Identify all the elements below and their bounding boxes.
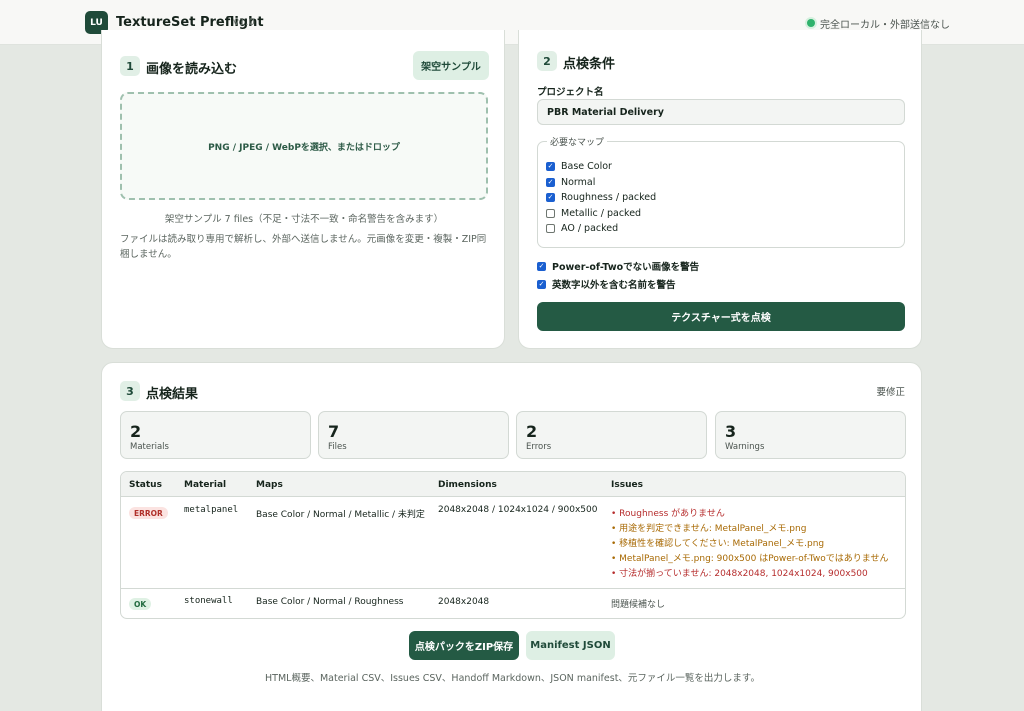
conditions-card: 2 点検条件 プロジェクト名 PBR Material Delivery 必要な…: [518, 30, 922, 349]
metric-files: 7 Files: [318, 411, 509, 459]
results-card: 3 点検結果 要修正 2 Materials 7 Files 2 Errors …: [101, 362, 922, 711]
map-option-label: Roughness / packed: [561, 192, 657, 203]
status-badge: ERROR: [129, 507, 168, 519]
results-table: Status Material Maps Dimensions Issues E…: [120, 471, 906, 619]
app-version: v1.0: [233, 17, 255, 28]
metric-value: 2: [130, 422, 142, 441]
issue-text: MetalPanel_メモ.png: 900x500 はPower-of-Two…: [619, 554, 889, 564]
issues-none: 問題候補なし: [611, 600, 666, 610]
export-note: HTML概要、Material CSV、Issues CSV、Handoff M…: [265, 673, 760, 684]
project-name-label: プロジェクト名: [537, 87, 604, 98]
privacy-status: 完全ローカル・外部送信なし: [820, 20, 950, 31]
pot-warning-option[interactable]: ✓ Power-of-Twoでない画像を警告: [537, 259, 699, 273]
import-card: 1 画像を読み込む 架空サンプル PNG / JPEG / WebPを選択、また…: [101, 30, 505, 349]
checkbox-checked-icon[interactable]: ✓: [537, 261, 546, 271]
map-option-normal[interactable]: ✓ Normal: [546, 177, 595, 188]
metric-label: Errors: [526, 442, 552, 452]
file-dropzone[interactable]: PNG / JPEG / WebPを選択、またはドロップ: [120, 92, 488, 200]
checkbox-checked-icon[interactable]: ✓: [546, 162, 555, 171]
issue-item: • 用途を判定できません: MetalPanel_メモ.png: [611, 524, 807, 534]
name-warning-option[interactable]: ✓ 英数字以外を含む名前を警告: [537, 277, 676, 291]
issue-item: • Roughness がありません: [611, 509, 725, 519]
column-header: Dimensions: [438, 480, 497, 490]
sample-button[interactable]: 架空サンプル: [413, 51, 489, 80]
material-name: stonewall: [184, 596, 233, 606]
issue-item: • 寸法が揃っていません: 2048x2048, 1024x1024, 900x…: [611, 569, 868, 579]
column-header: Issues: [611, 480, 643, 490]
step-number: 2: [537, 51, 557, 71]
issue-text: Roughness がありません: [619, 509, 725, 519]
issue-text: 用途を判定できません: MetalPanel_メモ.png: [619, 524, 807, 534]
table-header: Status Material Maps Dimensions Issues: [121, 472, 905, 497]
material-dimensions: 2048x2048: [438, 597, 490, 607]
checkbox-unchecked-icon[interactable]: [546, 209, 555, 218]
pot-warning-label: Power-of-Twoでない画像を警告: [552, 262, 700, 273]
checkbox-checked-icon[interactable]: ✓: [537, 279, 546, 289]
project-name-value: PBR Material Delivery: [547, 106, 664, 118]
metric-value: 3: [725, 422, 737, 441]
step-number: 1: [120, 56, 140, 76]
issue-text: 寸法が揃っていません: 2048x2048, 1024x1024, 900x50…: [619, 569, 868, 579]
issue-text: 移植性を確認してください: MetalPanel_メモ.png: [619, 539, 825, 549]
dropzone-label: PNG / JPEG / WebPを選択、またはドロップ: [208, 142, 400, 153]
manifest-json-button[interactable]: Manifest JSON: [526, 631, 615, 660]
issue-item: • MetalPanel_メモ.png: 900x500 はPower-of-T…: [611, 554, 889, 564]
issues-list: • Roughness がありません • 用途を判定できません: MetalPa…: [611, 507, 889, 582]
row-divider: [121, 588, 905, 589]
material-maps: Base Color / Normal / Roughness: [256, 597, 404, 607]
step-number: 3: [120, 381, 140, 401]
sample-note: 架空サンプル 7 files（不足・寸法不一致・命名警告を含みます）: [164, 214, 444, 225]
metric-label: Materials: [130, 442, 169, 452]
project-name-input[interactable]: PBR Material Delivery: [537, 99, 905, 125]
checkbox-checked-icon[interactable]: ✓: [546, 193, 555, 202]
status-badge: OK: [129, 598, 152, 610]
map-option-label: Base Color: [561, 161, 612, 172]
material-name: metalpanel: [184, 505, 239, 515]
zip-save-button[interactable]: 点検パックをZIP保存: [409, 631, 519, 660]
metric-label: Warnings: [725, 442, 765, 452]
conditions-title: 点検条件: [563, 57, 616, 72]
metric-value: 7: [328, 422, 340, 441]
required-maps-legend: 必要なマップ: [547, 135, 608, 148]
result-status: 要修正: [876, 387, 905, 398]
metric-errors: 2 Errors: [516, 411, 707, 459]
checkbox-checked-icon[interactable]: ✓: [546, 178, 555, 187]
map-option-base-color[interactable]: ✓ Base Color: [546, 161, 612, 172]
run-check-button[interactable]: テクスチャー式を点検: [537, 302, 905, 331]
map-option-label: AO / packed: [561, 223, 619, 234]
metric-label: Files: [328, 442, 347, 452]
map-option-ao[interactable]: AO / packed: [546, 223, 618, 234]
metric-materials: 2 Materials: [120, 411, 311, 459]
column-header: Material: [184, 480, 227, 490]
map-option-roughness[interactable]: ✓ Roughness / packed: [546, 192, 656, 203]
metric-warnings: 3 Warnings: [715, 411, 906, 459]
results-title: 点検結果: [146, 387, 199, 402]
material-dimensions: 2048x2048 / 1024x1024 / 900x500: [438, 505, 598, 515]
import-title: 画像を読み込む: [146, 62, 238, 77]
map-option-label: Metallic / packed: [561, 208, 642, 219]
material-maps: Base Color / Normal / Metallic / 未判定: [256, 510, 425, 520]
name-warning-label: 英数字以外を含む名前を警告: [552, 280, 676, 291]
status-dot-icon: [807, 19, 815, 27]
column-header: Maps: [256, 480, 283, 490]
column-header: Status: [129, 480, 162, 490]
checkbox-unchecked-icon[interactable]: [546, 224, 555, 233]
map-option-metallic[interactable]: Metallic / packed: [546, 208, 641, 219]
metric-value: 2: [526, 422, 538, 441]
issue-item: • 移植性を確認してください: MetalPanel_メモ.png: [611, 539, 825, 549]
privacy-help-text: ファイルは読み取り専用で解析し、外部へ送信しません。元画像を変更・複製・ZIP同…: [120, 234, 487, 260]
map-option-label: Normal: [561, 177, 596, 188]
